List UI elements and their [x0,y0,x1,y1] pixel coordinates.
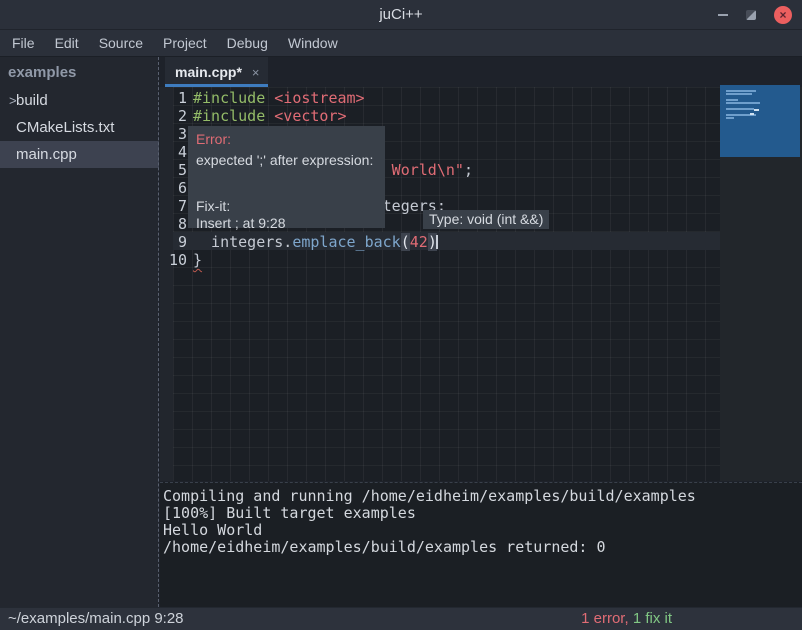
error-tooltip: Error: expected ';' after expression: Fi… [188,126,385,228]
sidebar-item-cmakelists-txt[interactable]: CMakeLists.txt [0,114,159,141]
text-cursor [436,235,438,249]
sidebar-item-label: CMakeLists.txt [16,119,114,136]
file-tree-panel[interactable]: examples >build CMakeLists.txt main.cpp [0,57,159,607]
close-icon: × [774,6,792,24]
line-number: 4 [160,143,187,161]
code-token: ; [464,161,473,179]
sidebar-item-build[interactable]: >build [0,87,159,114]
code-token: <iostream> [274,89,364,107]
minimize-button[interactable] [710,0,736,30]
minimap-line-mark [726,99,738,101]
line-number: 8 [160,215,187,233]
tab-label: main.cpp* [175,64,242,80]
minimap-line-mark [750,113,754,115]
minimize-icon [718,14,728,16]
tab-close-icon[interactable]: × [252,66,260,79]
line-number: 9 [160,233,187,251]
sidebar-item-label: build [16,92,48,109]
code-token: <vector> [274,107,346,125]
tab-main-cpp[interactable]: main.cpp* × [165,57,268,87]
status-error-count: 1 error [581,610,624,627]
status-bar: ~/examples/main.cpp 9:28 1 error, 1 fix … [0,607,802,630]
terminal-output[interactable]: Compiling and running /home/eidheim/exam… [160,482,802,607]
code-token: #include [193,89,274,107]
code-text: #include <iostream> [193,89,365,107]
type-tooltip: Type: void (int &&) [423,210,549,229]
code-token: 42 [410,233,428,251]
minimap[interactable] [720,85,800,157]
code-token: } [193,251,202,269]
code-token: #include [193,107,274,125]
error-tooltip-message: expected ';' after expression: [196,149,377,171]
terminal-line: Hello World [163,522,802,539]
code-editor[interactable]: 1#include <iostream>2#include <vector>34… [160,87,802,481]
code-text: #include <vector> [193,107,347,125]
menu-item-debug[interactable]: Debug [217,30,278,56]
fixit-title: Fix-it: [196,198,377,215]
minimap-line-mark [754,109,759,111]
minimap-line-mark [726,108,754,110]
error-tooltip-title: Error: [196,130,377,149]
minimap-line-mark [726,117,734,119]
line-number: 2 [160,107,187,125]
code-token: ( [401,233,410,251]
line-number: 6 [160,179,187,197]
minimap-line-mark [726,90,756,92]
close-button[interactable]: × [770,0,796,30]
status-fixit-count: 1 fix it [633,610,672,627]
status-diagnostics: 1 error, 1 fix it [581,608,672,630]
minimap-line-mark [726,93,752,95]
line-number: 10 [160,251,187,269]
line-number: 3 [160,125,187,143]
maximize-button[interactable] [738,0,764,30]
menu-item-file[interactable]: File [2,30,45,56]
fixit-text: Insert ; at 9:28 [196,215,377,232]
project-name-header: examples [0,57,159,87]
menu-item-project[interactable]: Project [153,30,217,56]
code-token: emplace_back [292,233,400,251]
window-title: juCi++ [0,0,802,30]
minimap-line-mark [726,102,760,104]
code-token: integers. [193,233,292,251]
terminal-line: /home/eidheim/examples/build/examples re… [163,539,802,556]
titlebar[interactable]: juCi++ × [0,0,802,30]
file-tree: >build CMakeLists.txt main.cpp [0,87,159,168]
code-text: integers.emplace_back(42) [193,233,438,251]
line-number: 1 [160,89,187,107]
terminal-line: [100%] Built target examples [163,505,802,522]
tab-bar: main.cpp* × [160,57,802,87]
app-window: juCi++ × FileEditSourceProjectDebugWindo… [0,0,802,630]
line-number: 7 [160,197,187,215]
sidebar-item-main-cpp[interactable]: main.cpp [0,141,159,168]
line-number: 5 [160,161,187,179]
pane-splitter-vertical[interactable] [158,57,159,607]
code-text: } [193,251,202,269]
status-separator: , [624,610,632,627]
terminal-line: Compiling and running /home/eidheim/exam… [163,488,802,505]
sidebar-item-label: main.cpp [16,146,77,163]
maximize-icon [746,10,756,20]
status-file-location: ~/examples/main.cpp 9:28 [8,608,184,630]
menu-item-window[interactable]: Window [278,30,348,56]
menubar: FileEditSourceProjectDebugWindow [0,30,802,57]
menu-item-source[interactable]: Source [89,30,153,56]
chevron-right-icon: > [0,87,16,114]
menu-item-edit[interactable]: Edit [45,30,89,56]
